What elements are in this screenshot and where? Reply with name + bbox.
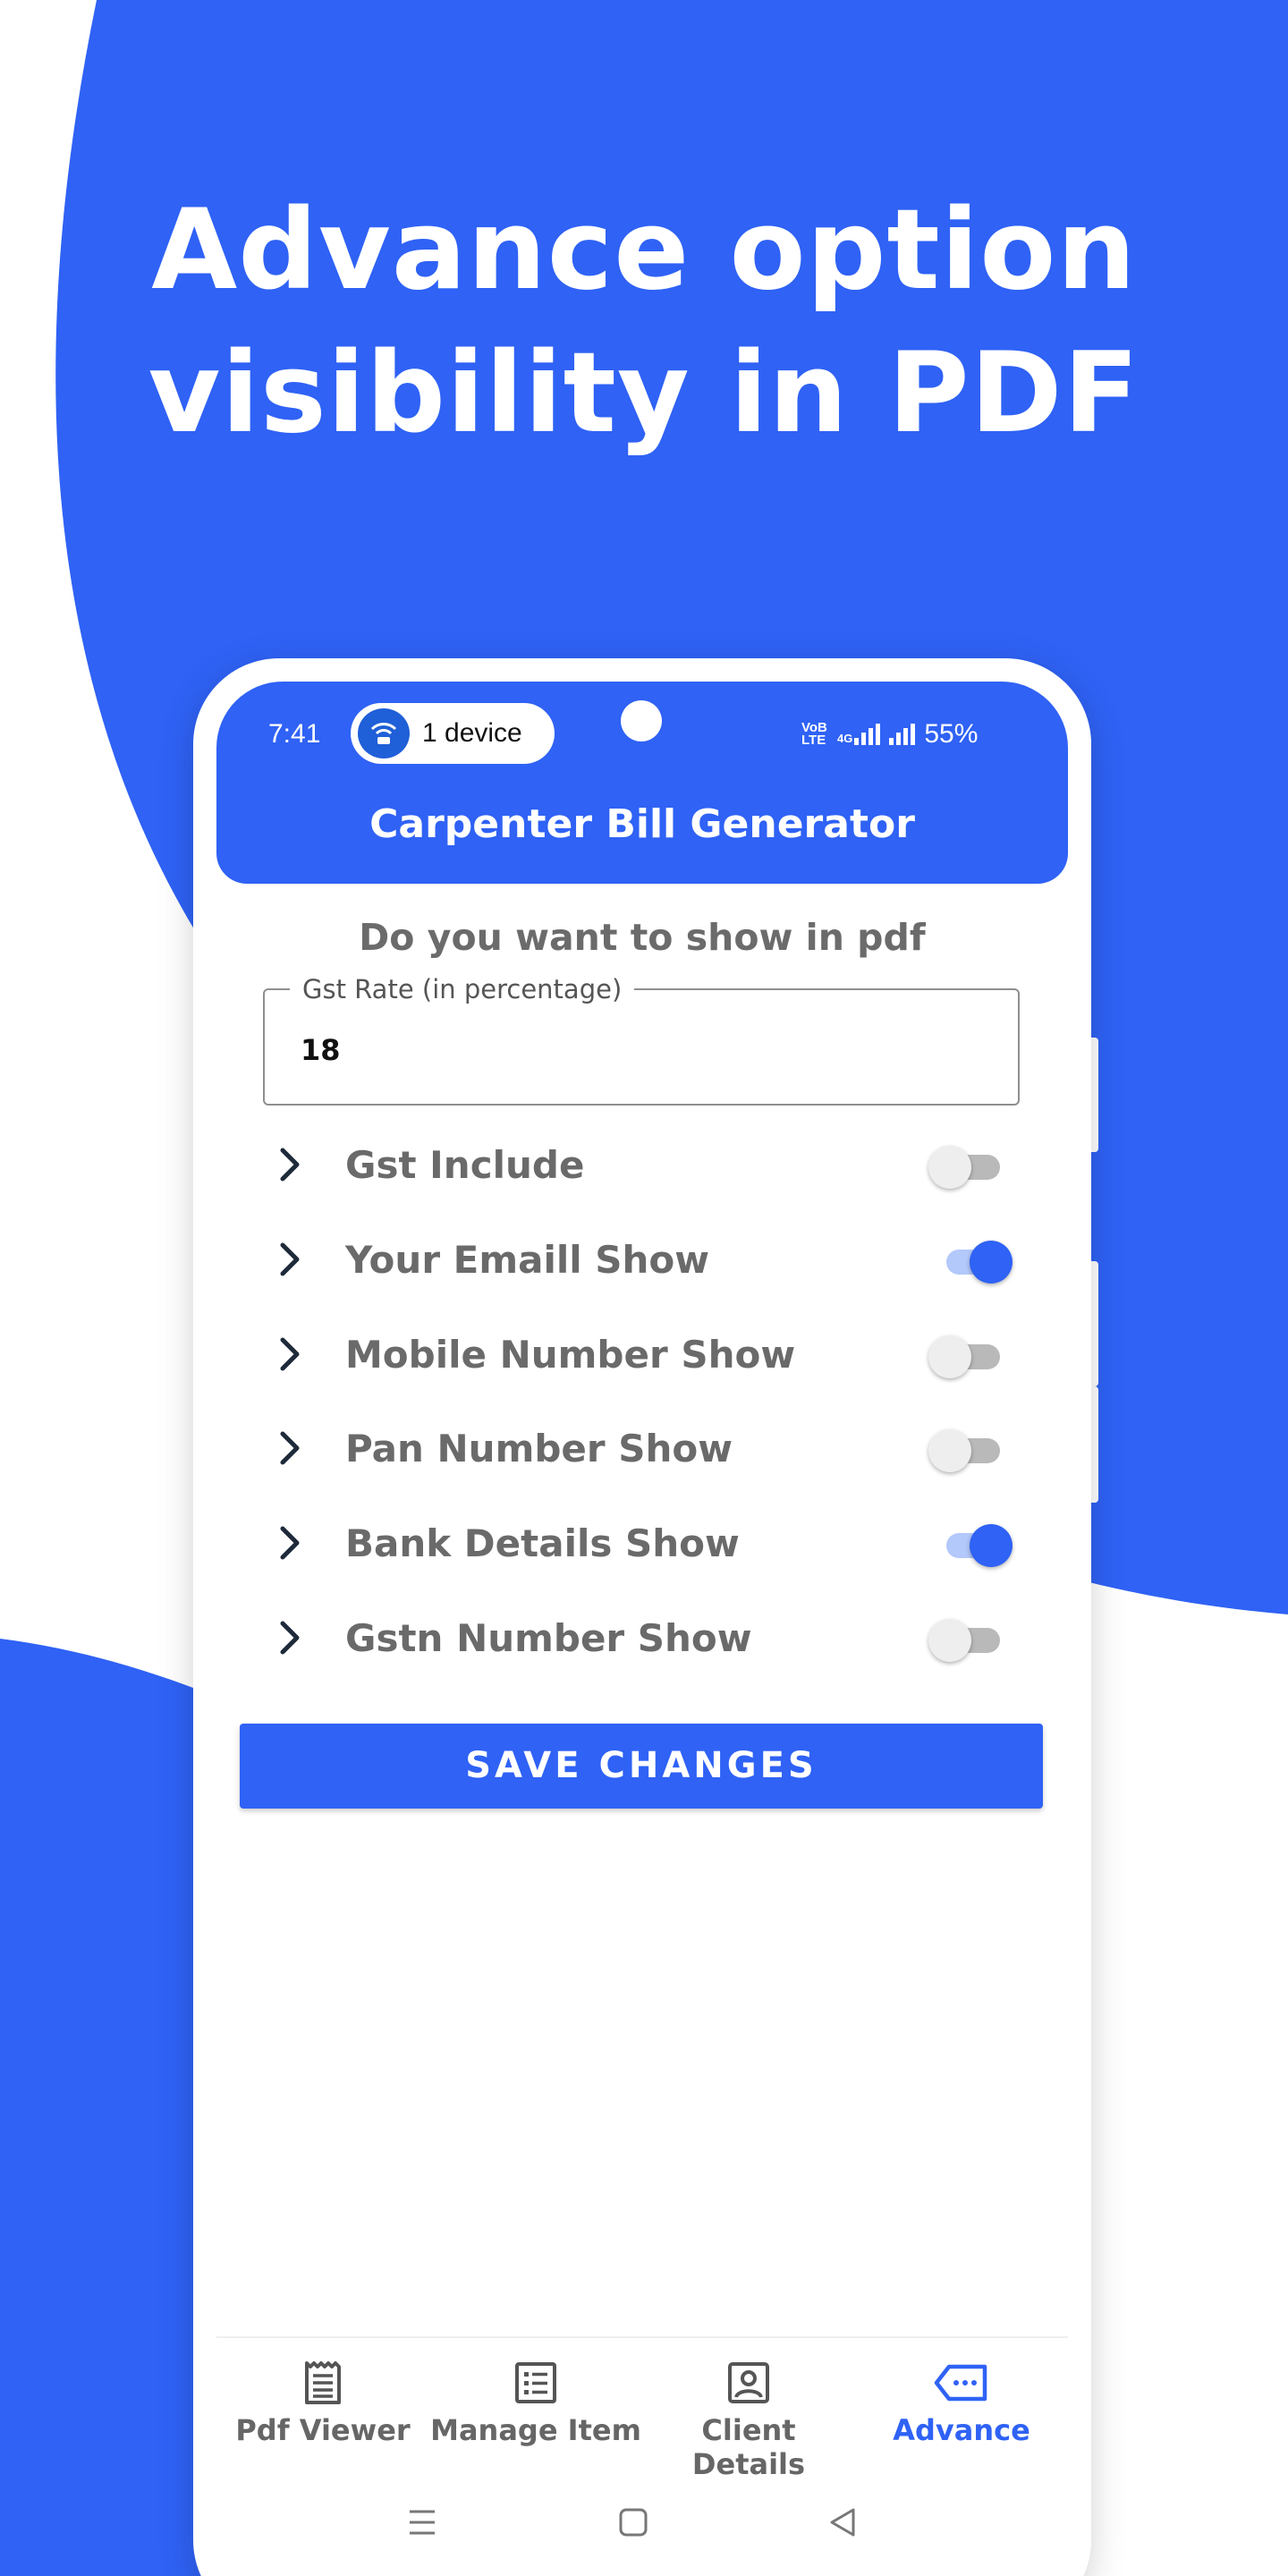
- chevron-right-icon: [280, 1148, 300, 1182]
- system-navigation-bar: [193, 2496, 1091, 2549]
- option-row-gstn-number-show[interactable]: Gstn Number Show: [263, 1602, 1032, 1674]
- nav-label: Pdf Viewer: [235, 2413, 411, 2447]
- nav-label: Manage Item: [430, 2413, 641, 2447]
- chevron-right-icon: [280, 1242, 300, 1276]
- hotspot-label: 1 device: [422, 718, 522, 748]
- signal-icon-1: 4G: [837, 724, 881, 745]
- receipt-icon: [305, 2361, 341, 2404]
- list-icon: [515, 2362, 556, 2403]
- recent-apps-icon[interactable]: [404, 2504, 440, 2540]
- option-label: Bank Details Show: [345, 1521, 740, 1565]
- app-title: Carpenter Bill Generator: [369, 801, 915, 847]
- hotspot-pill[interactable]: 1 device: [351, 703, 555, 764]
- gst-rate-value: 18: [301, 1033, 341, 1067]
- phone-side-button: [1091, 1386, 1098, 1503]
- phone-side-button: [1091, 1261, 1098, 1386]
- status-icons: VoB LTE 4G 55%: [801, 719, 978, 750]
- chevron-right-icon: [280, 1526, 300, 1560]
- chevron-right-icon: [280, 1337, 300, 1371]
- network-type-label: VoB LTE: [801, 720, 827, 748]
- nav-item-pdf-viewer[interactable]: Pdf Viewer: [216, 2360, 429, 2447]
- toggle-switch[interactable]: [928, 1521, 1018, 1567]
- home-icon[interactable]: [615, 2504, 651, 2540]
- option-row-bank-details-show[interactable]: Bank Details Show: [263, 1507, 1032, 1579]
- toggle-switch[interactable]: [928, 1333, 1018, 1378]
- nav-label: Advance: [893, 2413, 1030, 2447]
- headline-line-2: visibility in PDF: [148, 329, 1140, 458]
- toggle-switch[interactable]: [928, 1143, 1018, 1189]
- nav-item-client-details[interactable]: Client Details: [642, 2360, 855, 2481]
- option-label: Gst Include: [345, 1143, 585, 1187]
- toggle-switch[interactable]: [928, 1238, 1018, 1284]
- nav-label: Client Details: [691, 2413, 806, 2481]
- chevron-right-icon: [280, 1431, 300, 1465]
- option-label: Mobile Number Show: [345, 1333, 796, 1377]
- section-subheading: Do you want to show in pdf: [359, 916, 926, 959]
- network-4g-label: 4G: [837, 732, 853, 745]
- toggle-switch[interactable]: [928, 1427, 1018, 1472]
- chevron-right-icon: [280, 1621, 300, 1655]
- option-label: Pan Number Show: [345, 1427, 733, 1470]
- front-camera: [621, 700, 662, 741]
- contact-icon: [728, 2362, 769, 2403]
- save-changes-button[interactable]: SAVE CHANGES: [240, 1724, 1043, 1809]
- headline-line-1: Advance option: [151, 186, 1137, 315]
- option-row-gst-include[interactable]: Gst Include: [263, 1129, 1032, 1200]
- headline: Advance option visibility in PDF: [0, 179, 1288, 465]
- back-icon[interactable]: [825, 2504, 860, 2540]
- phone-side-button: [1091, 1038, 1098, 1152]
- battery-level: 55%: [924, 719, 979, 749]
- nav-item-advance[interactable]: Advance: [855, 2360, 1068, 2447]
- toggle-switch[interactable]: [928, 1616, 1018, 1662]
- option-row-email-show[interactable]: Your Emaill Show: [263, 1224, 1032, 1295]
- tag-icon: [934, 2364, 987, 2402]
- bottom-navigation: Pdf Viewer Manage Item Client Details Ad…: [216, 2336, 1068, 2481]
- option-label: Gstn Number Show: [345, 1616, 752, 1660]
- hotspot-icon: [358, 708, 410, 758]
- nav-item-manage-item[interactable]: Manage Item: [429, 2360, 642, 2447]
- status-time: 7:41: [268, 719, 321, 749]
- gst-rate-field[interactable]: Gst Rate (in percentage) 18: [263, 974, 1020, 1106]
- option-row-mobile-number-show[interactable]: Mobile Number Show: [263, 1318, 1032, 1390]
- gst-rate-label: Gst Rate (in percentage): [290, 974, 635, 1004]
- option-row-pan-number-show[interactable]: Pan Number Show: [263, 1412, 1032, 1484]
- option-label: Your Emaill Show: [345, 1238, 710, 1282]
- signal-icon-2: [889, 724, 916, 745]
